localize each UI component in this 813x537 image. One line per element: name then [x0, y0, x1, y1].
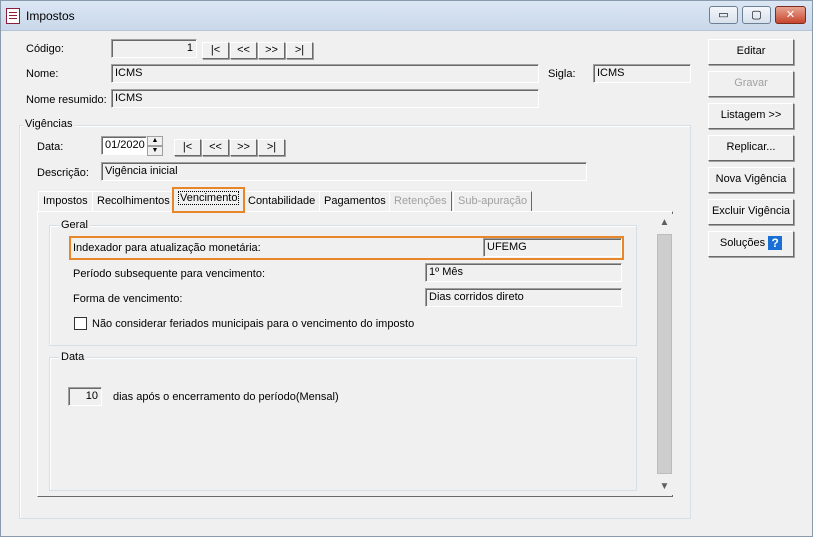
feriados-label: Não considerar feriados municipais para … [92, 318, 415, 330]
prev-record-button[interactable]: << [230, 42, 257, 59]
help-icon: ? [768, 236, 783, 251]
solucoes-label: Soluções [719, 237, 766, 249]
maximize-button[interactable]: ▢ [742, 6, 771, 24]
editar-button[interactable]: Editar [708, 39, 794, 65]
tab-contabilidade[interactable]: Contabilidade [243, 191, 321, 211]
codigo-field[interactable]: 1 [111, 39, 197, 58]
spin-down-icon[interactable]: ▼ [147, 146, 163, 156]
periodo-label: Período subsequente para vencimento: [73, 268, 266, 280]
window-title: Impostos [26, 9, 75, 23]
first-record-button[interactable]: |< [202, 42, 229, 59]
title-bar: Impostos ▭ ▢ ✕ [1, 1, 812, 31]
listagem-button[interactable]: Listagem >> [708, 103, 794, 129]
document-icon [6, 8, 20, 24]
next-record-button[interactable]: >> [258, 42, 285, 59]
last-record-button[interactable]: >| [286, 42, 313, 59]
solucoes-button[interactable]: Soluções? [708, 231, 794, 257]
indexador-label: Indexador para atualização monetária: [73, 242, 261, 254]
geral-legend: Geral [59, 219, 90, 231]
spin-up-icon[interactable]: ▲ [147, 136, 163, 146]
scroll-down-icon[interactable]: ▼ [656, 478, 673, 495]
vigencias-legend: Vigências [23, 118, 75, 130]
data-field[interactable]: 01/2020 [101, 136, 147, 155]
minimize-button[interactable]: ▭ [709, 6, 738, 24]
nome-field[interactable]: ICMS [111, 64, 539, 83]
excluir-vigencia-button[interactable]: Excluir Vigência [708, 199, 794, 225]
tab-retencoes: Retenções [389, 191, 452, 211]
sigla-field[interactable]: ICMS [593, 64, 691, 83]
nova-vigencia-button[interactable]: Nova Vigência [708, 167, 794, 193]
replicar-button[interactable]: Replicar... [708, 135, 794, 161]
scroll-up-icon[interactable]: ▲ [656, 214, 673, 231]
close-button[interactable]: ✕ [775, 6, 806, 24]
tab-vencimento-label: Vencimento [178, 191, 240, 205]
nome-resumido-field[interactable]: ICMS [111, 89, 539, 108]
tab-impostos[interactable]: Impostos [38, 191, 93, 211]
indexador-field[interactable]: UFEMG [483, 238, 622, 257]
vigencia-first-button[interactable]: |< [174, 139, 201, 156]
data-label: Data: [37, 141, 64, 153]
nome-resumido-label: Nome resumido: [26, 94, 107, 106]
descricao-label: Descrição: [37, 167, 89, 179]
dias-label: dias após o encerramento do período(Mens… [113, 391, 339, 403]
vigencia-prev-button[interactable]: << [202, 139, 229, 156]
panel-scrollbar[interactable]: ▲ ▼ [656, 214, 673, 495]
gravar-button: Gravar [708, 71, 794, 97]
data-group [49, 357, 637, 491]
impostos-window: Impostos ▭ ▢ ✕ Código: 1 |< << >> >| Nom… [0, 0, 813, 537]
tab-vencimento[interactable]: Vencimento [171, 187, 246, 213]
tab-recolhimentos[interactable]: Recolhimentos [92, 191, 175, 211]
descricao-field[interactable]: Vigência inicial [101, 162, 587, 181]
data-legend: Data [59, 351, 87, 363]
feriados-checkbox[interactable] [74, 317, 87, 330]
vigencia-next-button[interactable]: >> [230, 139, 257, 156]
codigo-label: Código: [26, 43, 64, 55]
forma-field[interactable]: Dias corridos direto [425, 288, 622, 307]
forma-label: Forma de vencimento: [73, 293, 183, 305]
periodo-field[interactable]: 1º Mês [425, 263, 622, 282]
nome-label: Nome: [26, 68, 59, 80]
dias-field[interactable]: 10 [68, 387, 102, 406]
scroll-thumb[interactable] [657, 234, 672, 474]
tab-sub-apuracao: Sub-apuração [453, 191, 533, 211]
sigla-label: Sigla: [548, 68, 576, 80]
tab-pagamentos[interactable]: Pagamentos [319, 191, 391, 211]
vigencia-last-button[interactable]: >| [258, 139, 285, 156]
